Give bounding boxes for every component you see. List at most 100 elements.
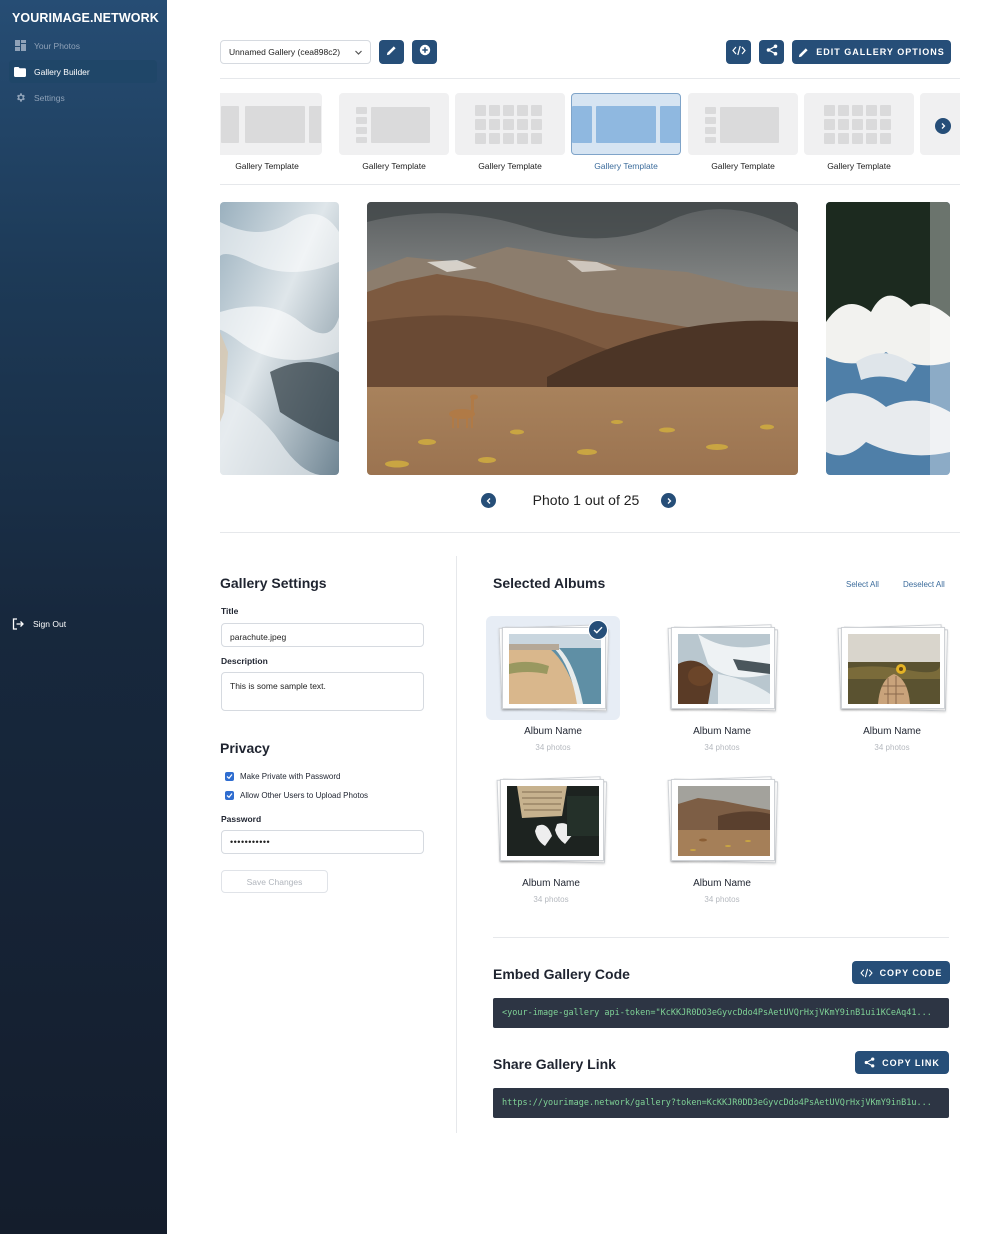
album-card[interactable]: Album Name 34 photos: [655, 768, 789, 908]
title-input[interactable]: parachute.jpeg: [221, 623, 424, 647]
album-count: 34 photos: [533, 895, 569, 904]
share-link-box[interactable]: https://yourimage.network/gallery?token=…: [493, 1088, 949, 1118]
embed-code-box[interactable]: <your-image-gallery api-token="KcKKJR0DO…: [493, 998, 949, 1028]
template-card[interactable]: Gallery Template: [220, 93, 322, 171]
beach-photo: [509, 634, 601, 704]
private-checkbox[interactable]: [225, 772, 234, 781]
template-preview: [688, 93, 798, 155]
album-cover: [500, 779, 604, 861]
album-count: 34 photos: [704, 895, 740, 904]
album-card-selected[interactable]: Album Name 34 photos: [486, 616, 620, 756]
template-grid-cell: [475, 133, 486, 144]
deselect-all-link[interactable]: Deselect All: [903, 580, 945, 589]
description-textarea[interactable]: This is some sample text.: [221, 672, 424, 711]
album-card[interactable]: Album Name 34 photos: [655, 616, 789, 756]
main-content: Unnamed Gallery (cea898c2) EDIT GALLERY …: [167, 0, 1000, 1234]
template-grid-cell: [838, 119, 849, 130]
photo-next[interactable]: [826, 202, 950, 475]
gear-icon: [14, 92, 26, 104]
waterfall-photo: [220, 202, 339, 475]
templates-next-button[interactable]: [935, 118, 951, 134]
template-grid-cell: [503, 119, 514, 130]
edit-gallery-options-button[interactable]: EDIT GALLERY OPTIONS: [792, 40, 951, 64]
template-preview: [220, 93, 322, 155]
uploads-checkbox[interactable]: [225, 791, 234, 800]
chevron-right-icon: [939, 117, 947, 135]
share-link-heading: Share Gallery Link: [493, 1056, 616, 1072]
template-grid-cell: [852, 105, 863, 116]
share-icon: [766, 43, 778, 61]
gallery-select[interactable]: Unnamed Gallery (cea898c2): [220, 40, 371, 64]
private-checkbox-label: Make Private with Password: [240, 772, 341, 781]
copy-code-button[interactable]: COPY CODE: [852, 961, 950, 984]
save-changes-button[interactable]: Save Changes: [221, 870, 328, 893]
divider: [220, 184, 960, 185]
sidebar-item-label: Your Photos: [34, 40, 80, 51]
template-card-selected[interactable]: Gallery Template: [571, 93, 681, 171]
template-preview: [339, 93, 449, 155]
password-input[interactable]: •••••••••••: [221, 830, 424, 854]
select-all-link[interactable]: Select All: [846, 580, 879, 589]
album-name: Album Name: [693, 726, 751, 737]
share-icon: [864, 1057, 875, 1068]
sign-out-label: Sign Out: [33, 619, 67, 629]
edit-gallery-options-label: EDIT GALLERY OPTIONS: [816, 47, 945, 57]
description-label: Description: [221, 656, 268, 666]
title-label: Title: [221, 606, 239, 616]
sidebar-item-label: Settings: [34, 92, 65, 103]
copy-link-button[interactable]: COPY LINK: [855, 1051, 949, 1074]
private-checkbox-row[interactable]: Make Private with Password: [225, 772, 340, 781]
photo-previous[interactable]: [220, 202, 339, 475]
sign-out-button[interactable]: Sign Out: [12, 618, 66, 630]
template-grid-cell: [838, 105, 849, 116]
template-label: Gallery Template: [362, 161, 426, 171]
template-grid-cell: [838, 133, 849, 144]
plus-circle-icon: [419, 43, 431, 61]
carousel-pager: Photo 1 out of 25: [481, 492, 691, 510]
sidebar-nav: Your Photos Gallery Builder Settings: [9, 34, 157, 112]
chevron-down-icon: [354, 48, 363, 59]
code-icon: [731, 43, 746, 61]
template-card[interactable]: Gallery Template: [339, 93, 449, 171]
privacy-heading: Privacy: [220, 740, 270, 756]
embed-code-button[interactable]: [726, 40, 751, 64]
sidebar-item-gallery-builder[interactable]: Gallery Builder: [9, 60, 157, 83]
template-preview: [804, 93, 914, 155]
piano-photo: [507, 786, 599, 856]
brand-logo: YOURIMAGE.NETWORK: [12, 11, 159, 25]
column-divider: [456, 556, 457, 1133]
divider: [220, 78, 960, 79]
template-label: Gallery Template: [827, 161, 891, 171]
template-grid-cell: [489, 105, 500, 116]
carousel-next-button[interactable]: [661, 493, 676, 508]
pencil-icon: [386, 43, 397, 61]
template-card[interactable]: Gallery Template: [455, 93, 565, 171]
album-name: Album Name: [863, 726, 921, 737]
folder-icon: [14, 66, 26, 78]
album-card[interactable]: Album Name 34 photos: [825, 616, 959, 756]
code-icon: [859, 968, 873, 977]
desert-photo: [678, 786, 770, 856]
template-grid-cell: [503, 105, 514, 116]
template-grid-cell: [531, 133, 542, 144]
desert-landscape-photo: [367, 202, 798, 475]
template-preview: [455, 93, 565, 155]
sidebar-item-settings[interactable]: Settings: [9, 86, 157, 109]
uploads-checkbox-row[interactable]: Allow Other Users to Upload Photos: [225, 791, 368, 800]
template-grid-cell: [880, 119, 891, 130]
template-grid-cell: [531, 119, 542, 130]
add-gallery-button[interactable]: [412, 40, 437, 64]
template-card[interactable]: Gallery Template: [688, 93, 798, 171]
template-label: Gallery Template: [711, 161, 775, 171]
photo-current[interactable]: [367, 202, 798, 475]
rename-gallery-button[interactable]: [379, 40, 404, 64]
album-cover: [841, 627, 945, 709]
template-grid-cell: [880, 105, 891, 116]
template-card[interactable]: Gallery Template: [804, 93, 914, 171]
sidebar-item-your-photos[interactable]: Your Photos: [9, 34, 157, 57]
share-button[interactable]: [759, 40, 784, 64]
album-card[interactable]: Album Name 34 photos: [484, 768, 618, 908]
template-grid-cell: [866, 119, 877, 130]
template-grid-cell: [503, 133, 514, 144]
template-grid-cell: [531, 105, 542, 116]
